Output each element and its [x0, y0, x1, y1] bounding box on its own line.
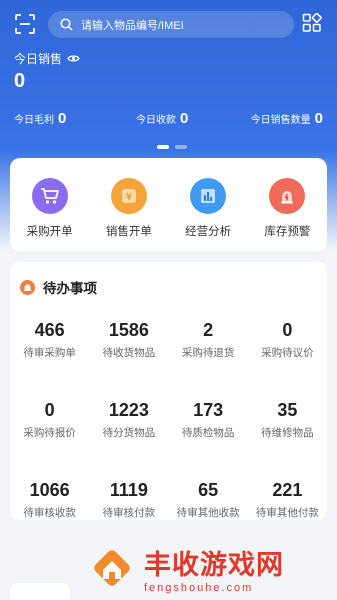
today-sales-header: 今日销售 [14, 50, 80, 67]
watermark-subtitle: fengshouhe.com [144, 581, 254, 594]
todo-label: 待质检物品 [181, 427, 235, 439]
quick-action-label: 库存预警 [264, 226, 311, 238]
todo-label: 待审采购单 [23, 347, 76, 359]
todo-label: 采购待退货 [181, 347, 235, 359]
todo-count: 1119 [109, 480, 148, 500]
quick-action-business-analysis[interactable]: 经营分析 [169, 158, 248, 251]
next-card-edge [10, 583, 70, 600]
watermark-logo-icon [94, 550, 130, 586]
todo-item[interactable]: 1223 待分货物品 [89, 400, 168, 440]
watermark: 丰收游戏网 fengshouhe.com [88, 536, 337, 600]
todo-title: 待办事项 [43, 281, 97, 296]
receipts-label: 今日收款 [136, 115, 176, 126]
todo-count: 0 [282, 320, 293, 340]
gross-profit-label: 今日毛利 [14, 115, 54, 126]
todo-label: 待维修物品 [261, 427, 314, 439]
alarm-icon [269, 178, 306, 214]
eye-icon[interactable] [67, 54, 80, 63]
quick-action-purchase-order[interactable]: 采购开单 [10, 158, 89, 251]
search-input[interactable]: 请输入物品编号/IMEI [48, 11, 294, 38]
todo-label: 待收货物品 [102, 347, 156, 359]
sales-order-icon: ¥ [110, 178, 147, 214]
search-icon [60, 18, 73, 31]
todo-item[interactable]: 1586 待收货物品 [89, 320, 168, 360]
todo-count: 466 [34, 320, 65, 340]
todo-item[interactable]: 221 待审其他付款 [248, 480, 327, 520]
todo-count: 35 [277, 400, 298, 420]
svg-text:¥: ¥ [126, 192, 132, 203]
receipts-value: 0 [180, 110, 189, 127]
todo-count: 1223 [108, 400, 149, 420]
todo-item[interactable]: 1119 待审核付款 [89, 480, 168, 520]
today-sales-value: 0 [14, 70, 26, 92]
sales-qty-stat: 今日销售数量 0 [251, 110, 323, 127]
todo-item[interactable]: 0 采购待报价 [10, 400, 89, 440]
todo-item[interactable]: 1066 待审核收款 [10, 480, 89, 520]
todo-label: 待分货物品 [102, 427, 156, 439]
watermark-title: 丰收游戏网 [144, 549, 284, 580]
quick-action-label: 经营分析 [185, 226, 232, 238]
gross-profit-value: 0 [58, 110, 67, 127]
todo-item[interactable]: 2 采购待退货 [169, 320, 248, 360]
search-placeholder: 请输入物品编号/IMEI [81, 19, 184, 32]
todo-item[interactable]: 35 待维修物品 [248, 400, 327, 440]
todo-label: 待审核付款 [102, 507, 156, 519]
todo-grid: 466 待审采购单 1586 待收货物品 2 采购待退货 0 采购待议价 0 采购待报价 … [10, 320, 327, 520]
todo-card: 待办事项 466 待审采购单 1586 待收货物品 2 采购待退货 0 采购待议价 0 采… [10, 262, 327, 520]
todo-label: 待审其他收款 [176, 507, 240, 519]
today-sales-label: 今日销售 [14, 52, 63, 66]
quick-action-label: 销售开单 [105, 226, 152, 238]
todo-count: 1586 [108, 320, 149, 340]
apps-grid-icon[interactable] [302, 13, 322, 33]
gross-profit-stat: 今日毛利 0 [14, 110, 66, 127]
todo-item[interactable]: 173 待质检物品 [169, 400, 248, 440]
todo-item[interactable]: 0 采购待议价 [248, 320, 327, 360]
todo-label: 待审核收款 [23, 507, 76, 519]
bell-icon [20, 279, 35, 295]
todo-count: 173 [193, 400, 224, 420]
receipts-stat: 今日收款 0 [136, 110, 188, 127]
todo-label: 采购待报价 [23, 427, 76, 439]
quick-action-label: 采购开单 [26, 226, 73, 238]
carousel-indicator [157, 145, 187, 149]
scan-icon[interactable] [14, 13, 36, 35]
todo-item[interactable]: 466 待审采购单 [10, 320, 89, 360]
todo-count: 2 [203, 320, 214, 340]
quick-action-stock-alert[interactable]: 库存预警 [248, 158, 327, 251]
todo-count: 0 [44, 400, 55, 420]
carousel-dot-active[interactable] [157, 145, 169, 149]
todo-count: 221 [272, 480, 303, 500]
carousel-dot[interactable] [175, 145, 187, 149]
todo-label: 采购待议价 [261, 347, 314, 359]
todo-item[interactable]: 65 待审其他收款 [169, 480, 248, 520]
todo-header: 待办事项 [20, 277, 97, 297]
bar-chart-icon [190, 178, 227, 214]
sales-qty-value: 0 [314, 110, 323, 127]
sales-qty-label: 今日销售数量 [250, 115, 311, 126]
shopping-cart-icon [31, 178, 68, 214]
todo-count: 65 [198, 480, 219, 500]
todo-label: 待审其他付款 [255, 507, 319, 519]
top-bar: 请输入物品编号/IMEI [0, 8, 337, 38]
quick-actions-card: 采购开单 ¥ 销售开单 经营分析 库存预警 [10, 158, 327, 251]
todo-count: 1066 [29, 480, 70, 500]
quick-action-sales-order[interactable]: ¥ 销售开单 [89, 158, 168, 251]
